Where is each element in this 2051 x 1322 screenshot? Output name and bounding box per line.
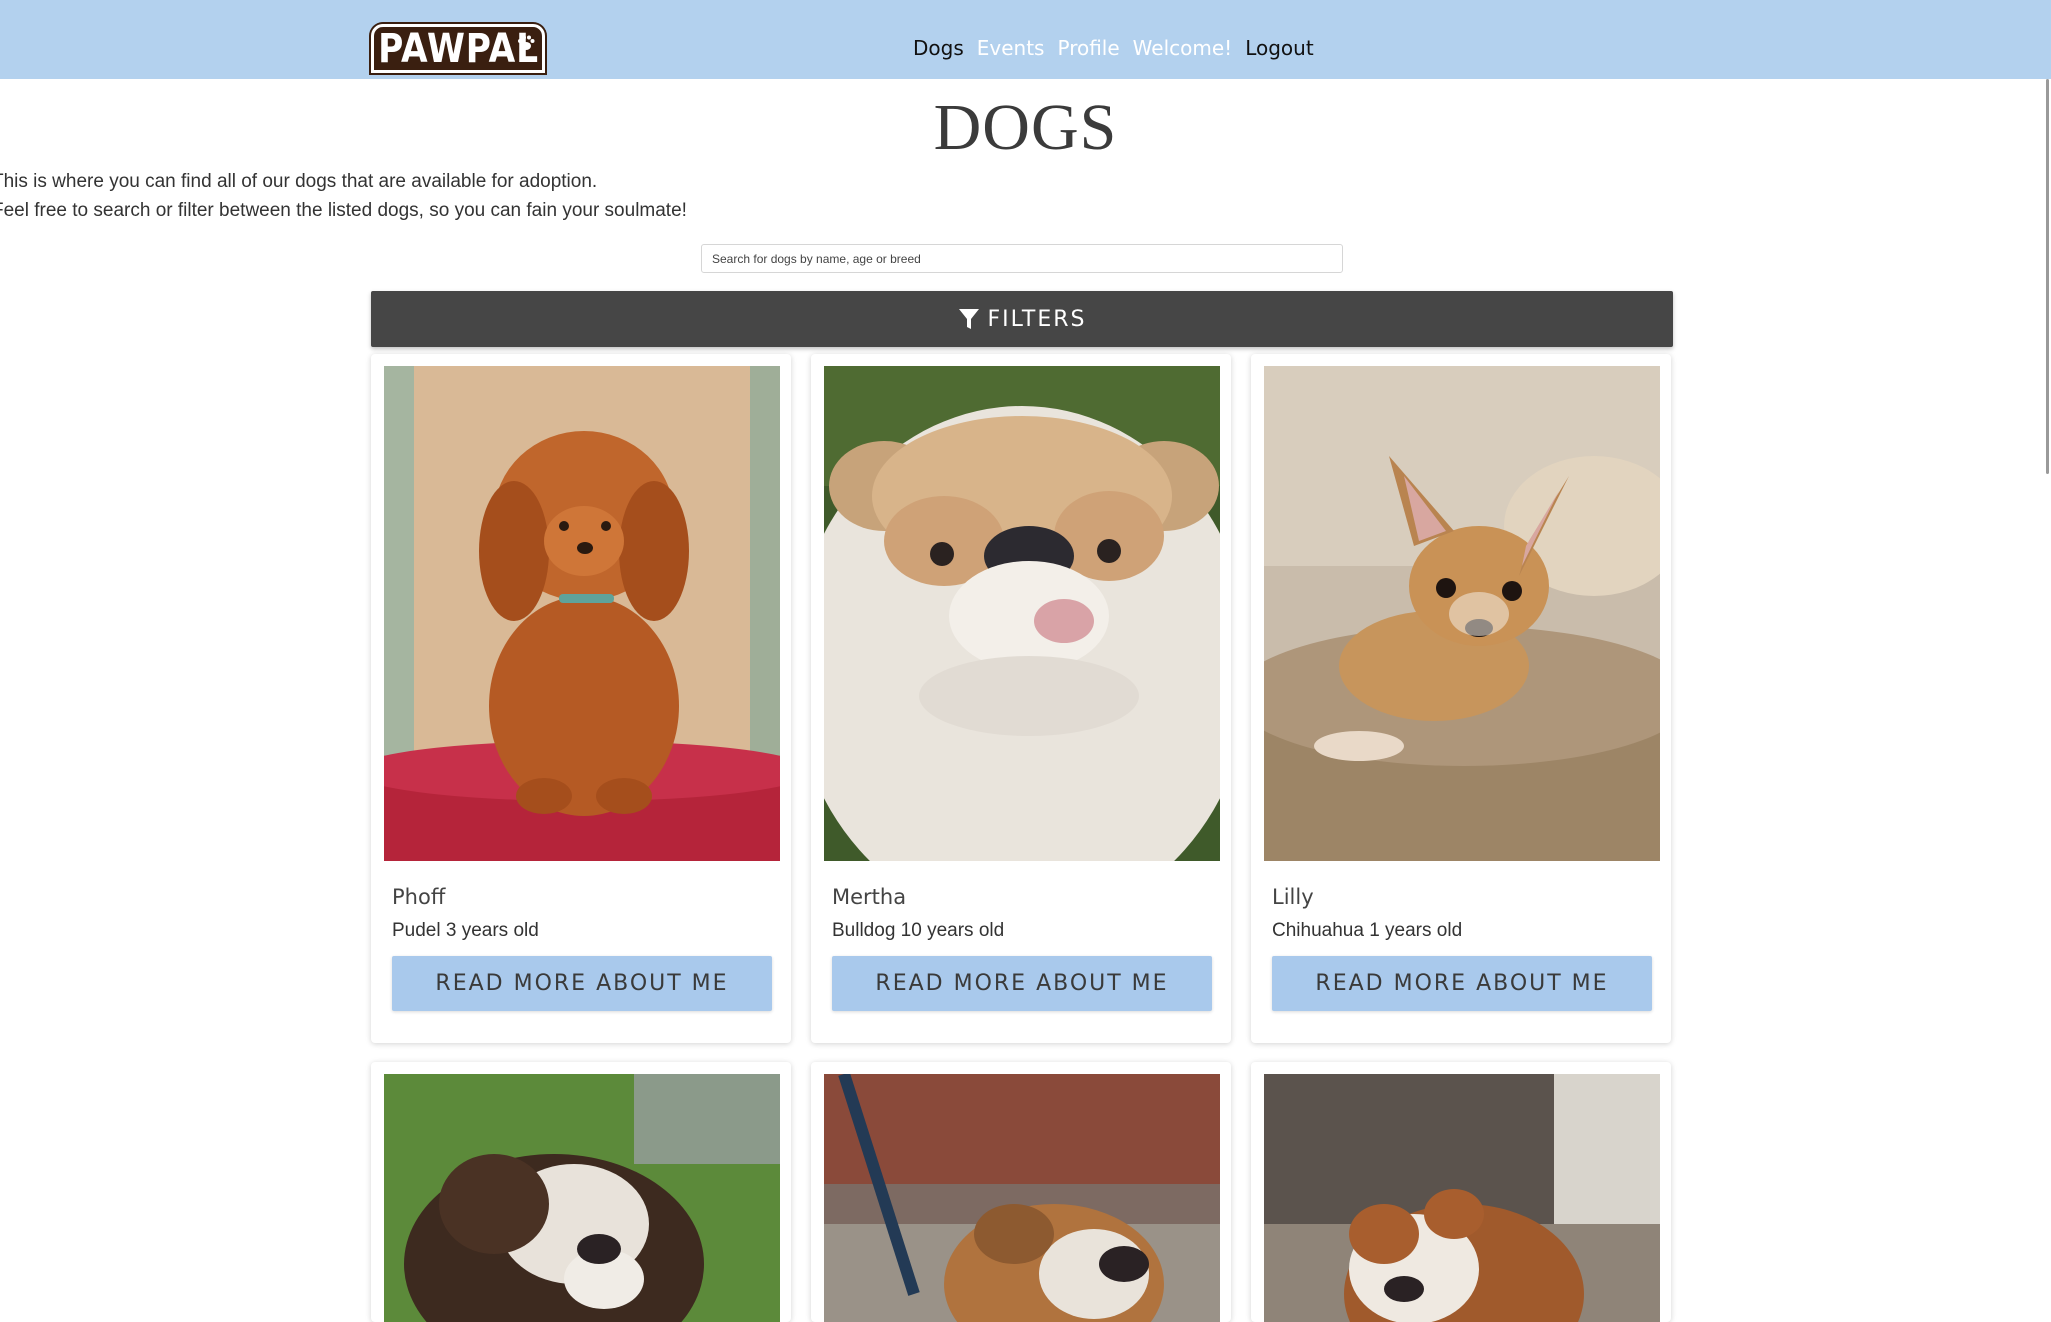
intro-line-2: Feel free to search or filter between th… bbox=[0, 200, 687, 221]
dog-photo[interactable] bbox=[824, 366, 1220, 861]
dog-name: Lilly bbox=[1272, 885, 1314, 909]
dog-name: Phoff bbox=[392, 885, 446, 909]
dog-photo[interactable] bbox=[1264, 366, 1660, 861]
read-more-button[interactable]: READ MORE ABOUT ME bbox=[832, 956, 1212, 1011]
dog-photo[interactable] bbox=[824, 1074, 1220, 1322]
dog-name: Mertha bbox=[832, 885, 907, 909]
dog-photo[interactable] bbox=[384, 1074, 780, 1322]
filters-toggle-button[interactable]: FILTERS bbox=[371, 291, 1673, 347]
nav-logout[interactable]: Logout bbox=[1245, 36, 1313, 60]
paw-icon bbox=[518, 35, 535, 50]
dog-card: Mertha Bulldog 10 years old READ MORE AB… bbox=[811, 354, 1231, 1043]
dog-photo[interactable] bbox=[384, 366, 780, 861]
logo-text: PAWPAL bbox=[377, 25, 539, 72]
dog-card bbox=[811, 1062, 1231, 1322]
page-title: DOGS bbox=[933, 91, 1118, 164]
nav-welcome[interactable]: Welcome! bbox=[1133, 36, 1233, 60]
main-nav: Dogs Events Profile Welcome! Logout bbox=[913, 36, 1314, 60]
pawpal-logo[interactable]: PAWPAL bbox=[371, 24, 545, 73]
nav-events[interactable]: Events bbox=[977, 36, 1045, 60]
filter-icon bbox=[958, 309, 979, 329]
dog-details: Chihuahua 1 years old bbox=[1272, 920, 1463, 941]
dog-search-input[interactable] bbox=[701, 244, 1343, 273]
page-scrollbar[interactable] bbox=[2046, 79, 2049, 474]
intro-text: This is where you can find all of our do… bbox=[0, 167, 687, 225]
dog-card: Phoff Pudel 3 years old READ MORE ABOUT … bbox=[371, 354, 791, 1043]
dog-photo[interactable] bbox=[1264, 1074, 1660, 1322]
filters-label: FILTERS bbox=[987, 306, 1087, 332]
dog-card: Lilly Chihuahua 1 years old READ MORE AB… bbox=[1251, 354, 1671, 1043]
nav-dogs[interactable]: Dogs bbox=[913, 36, 964, 60]
read-more-button[interactable]: READ MORE ABOUT ME bbox=[1272, 956, 1652, 1011]
top-navbar: PAWPAL Dogs Events Profile Welcome! Logo… bbox=[0, 0, 2051, 79]
dog-details: Bulldog 10 years old bbox=[832, 920, 1005, 941]
dog-card bbox=[371, 1062, 791, 1322]
read-more-button[interactable]: READ MORE ABOUT ME bbox=[392, 956, 772, 1011]
dog-details: Pudel 3 years old bbox=[392, 920, 539, 941]
nav-profile[interactable]: Profile bbox=[1057, 36, 1119, 60]
dog-card bbox=[1251, 1062, 1671, 1322]
intro-line-1: This is where you can find all of our do… bbox=[0, 171, 598, 192]
